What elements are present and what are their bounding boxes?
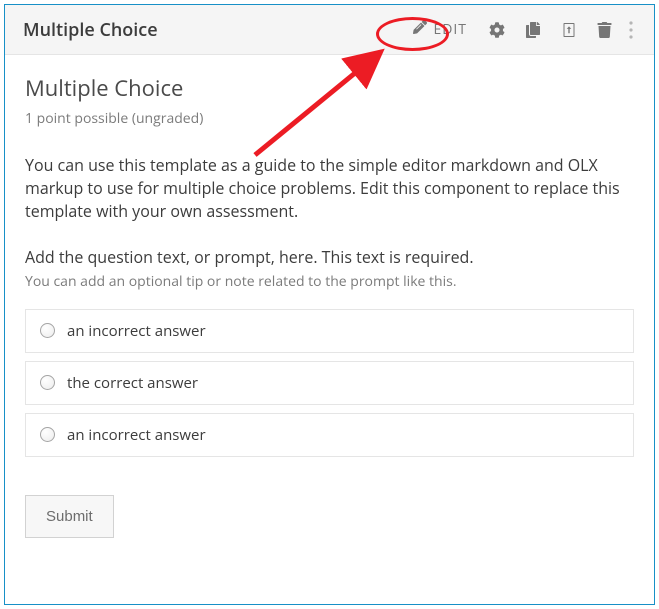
move-icon <box>561 22 577 38</box>
component-title: Multiple Choice <box>23 18 158 42</box>
component-body: Multiple Choice 1 point possible (ungrad… <box>5 55 654 556</box>
prompt-text: Add the question text, or prompt, here. … <box>25 246 634 268</box>
choice-option[interactable]: an incorrect answer <box>25 309 634 353</box>
choice-option[interactable]: the correct answer <box>25 361 634 405</box>
choices-list: an incorrect answer the correct answer a… <box>25 309 634 457</box>
choice-label: the correct answer <box>67 373 198 393</box>
toolbar: EDIT <box>401 5 640 55</box>
component-container: Multiple Choice EDIT <box>4 4 655 605</box>
drag-handle[interactable] <box>622 5 640 55</box>
radio-icon <box>40 323 55 338</box>
submit-button[interactable]: Submit <box>25 495 114 538</box>
delete-button[interactable] <box>587 5 622 55</box>
tip-text: You can add an optional tip or note rela… <box>25 272 634 291</box>
problem-title: Multiple Choice <box>25 73 634 103</box>
radio-icon <box>40 375 55 390</box>
gear-icon <box>489 22 505 38</box>
edit-button[interactable]: EDIT <box>401 20 479 39</box>
points-possible: 1 point possible (ungraded) <box>25 109 634 128</box>
radio-icon <box>40 427 55 442</box>
trash-icon <box>597 22 612 38</box>
edit-button-label: EDIT <box>433 20 467 39</box>
pencil-icon <box>413 20 427 39</box>
choice-label: an incorrect answer <box>67 425 206 445</box>
choice-option[interactable]: an incorrect answer <box>25 413 634 457</box>
duplicate-button[interactable] <box>515 5 551 55</box>
move-button[interactable] <box>551 5 587 55</box>
copy-icon <box>525 22 541 38</box>
choice-label: an incorrect answer <box>67 321 206 341</box>
drag-handle-icon <box>628 21 634 39</box>
intro-text: You can use this template as a guide to … <box>25 154 634 224</box>
component-header: Multiple Choice EDIT <box>5 5 654 55</box>
settings-button[interactable] <box>479 5 515 55</box>
